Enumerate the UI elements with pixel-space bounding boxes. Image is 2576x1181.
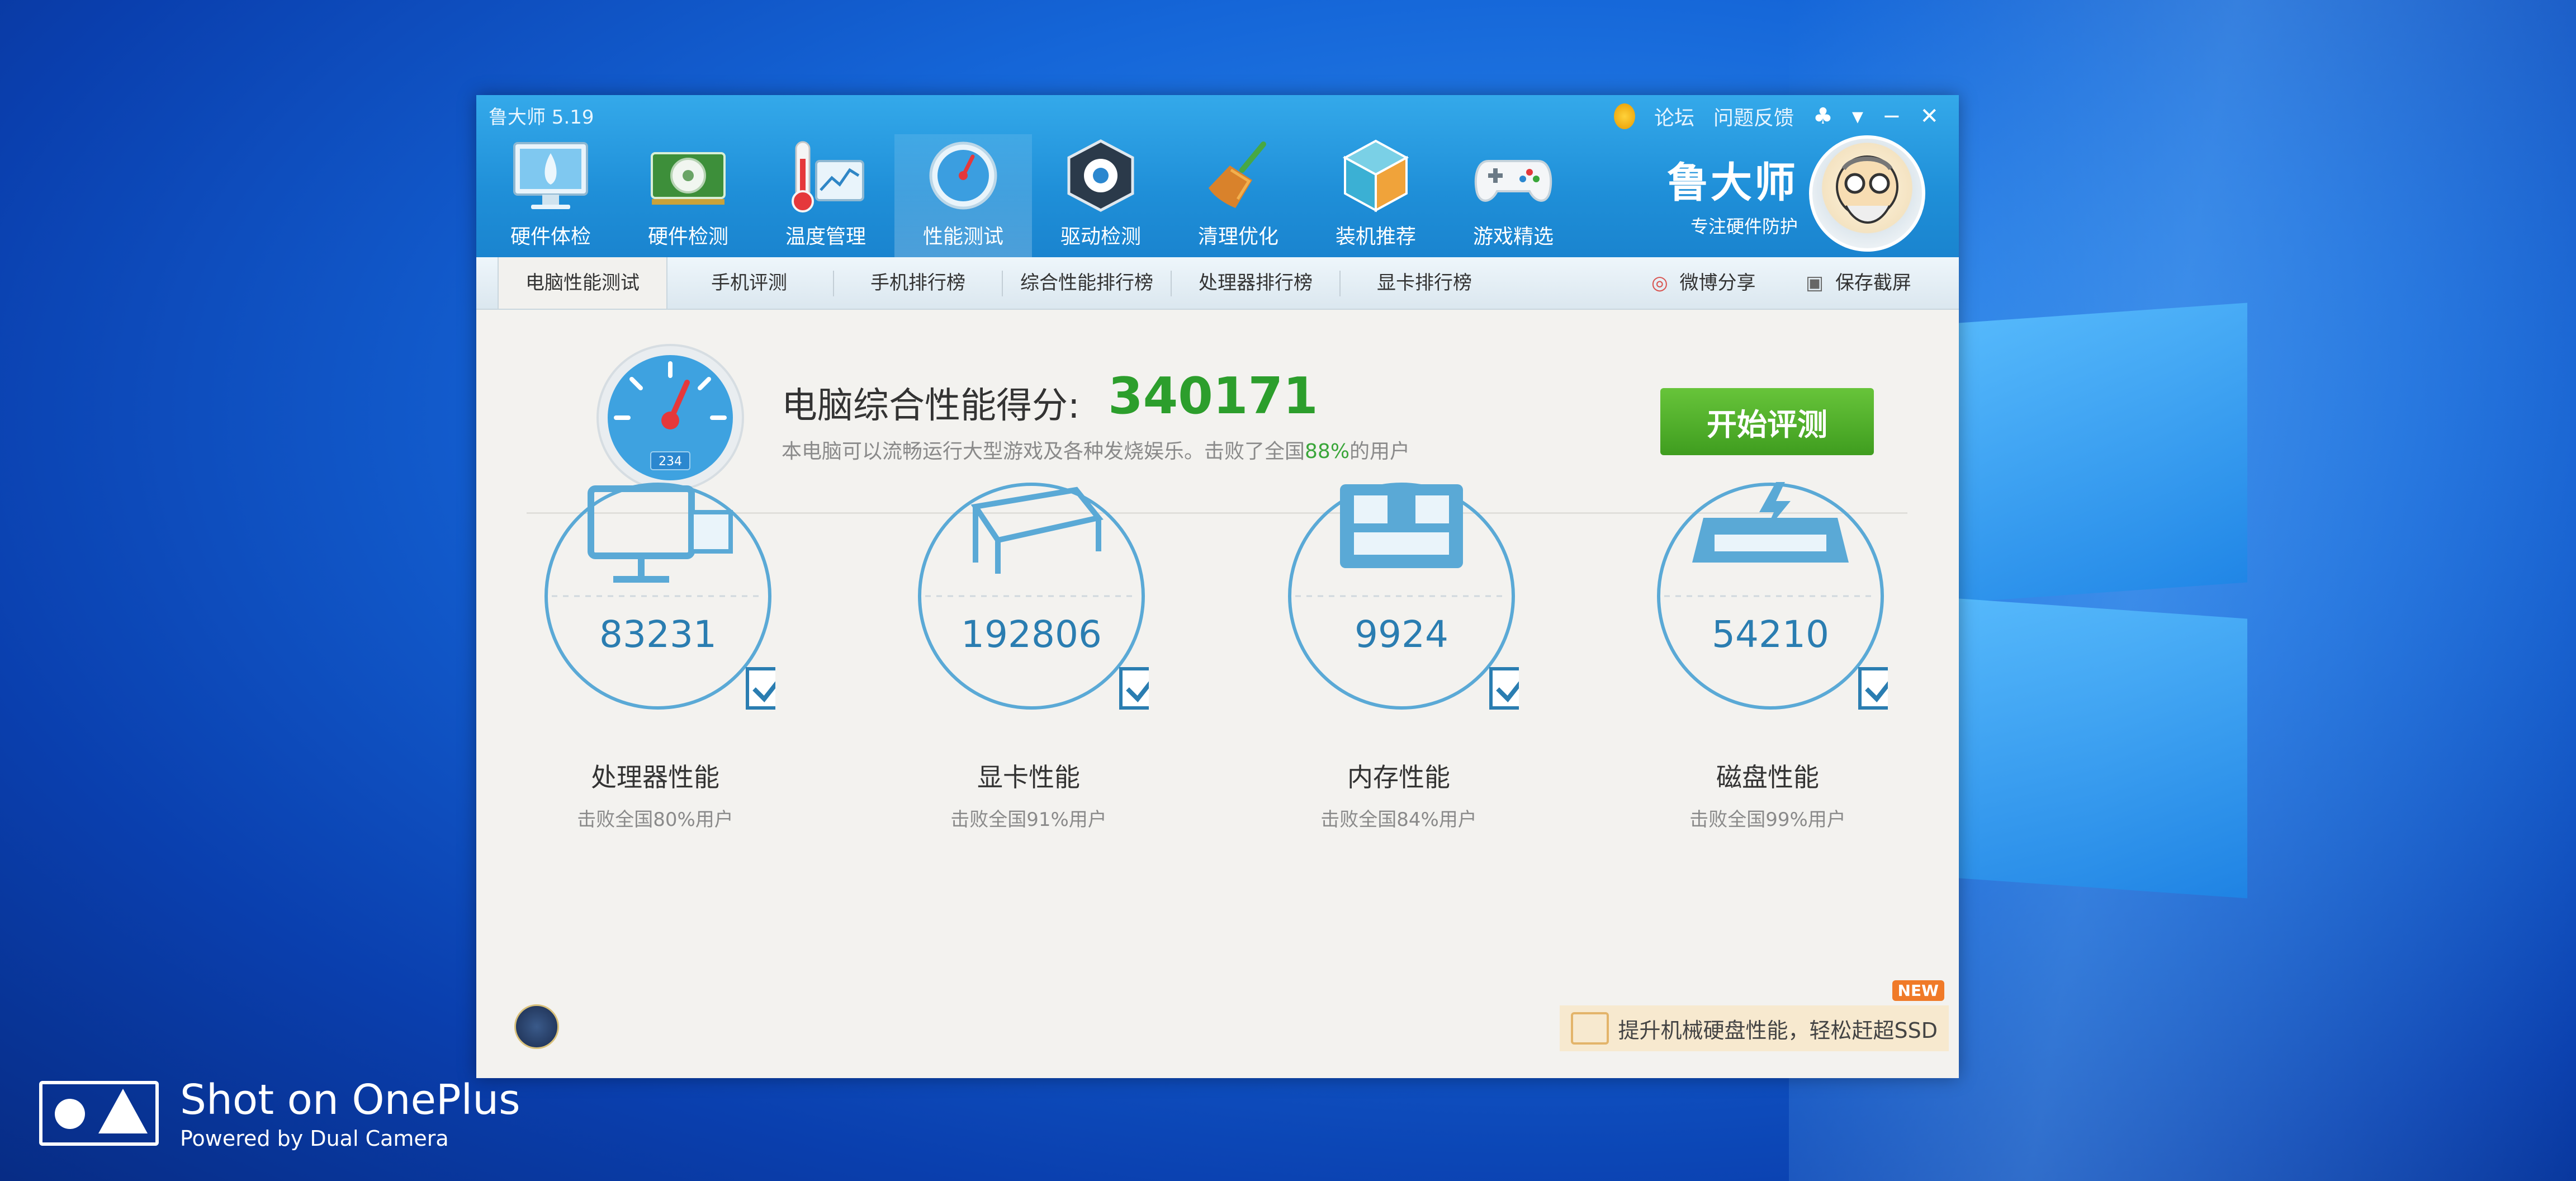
brand-name: 鲁大师	[1667, 158, 1798, 207]
nav-label: 硬件检测	[647, 225, 728, 248]
disk-drive-icon	[1657, 482, 1888, 710]
nav-cleanup[interactable]: 清理优化	[1169, 134, 1307, 257]
start-benchmark-button[interactable]: 开始评测	[1660, 388, 1874, 455]
gpu-label: 显卡性能	[977, 762, 1080, 792]
ssd-promo-banner[interactable]: 提升机械硬盘性能，轻松赶超SSD	[1560, 1005, 1949, 1051]
medal-icon[interactable]	[1614, 103, 1635, 129]
weibo-icon: ◎	[1651, 272, 1668, 294]
weibo-share-button[interactable]: ◎ 微博分享	[1651, 257, 1755, 309]
tab-cpu-ranking[interactable]: 处理器排行榜	[1172, 257, 1339, 309]
camera-icon: ▣	[1806, 272, 1824, 294]
disk-score: 54210	[1712, 613, 1829, 656]
main-nav: 硬件体检 硬件检测 温度管理 性能测试 驱动检测 清理优化 装机推荐 游戏精选	[482, 134, 1582, 257]
memory-beat-text: 击败全国84%用户	[1320, 809, 1477, 831]
new-badge: NEW	[1892, 980, 1944, 1001]
promo-text: 提升机械硬盘性能，轻松赶超SSD	[1618, 1018, 1938, 1043]
save-screenshot-button[interactable]: ▣ 保存截屏	[1806, 257, 1911, 309]
broom-icon	[1209, 141, 1266, 208]
speedometer-icon	[929, 141, 997, 210]
disk-performance-card[interactable]: 54210 磁盘性能 击败全国99%用户	[1589, 479, 1902, 904]
window-title: 鲁大师 5.19	[489, 106, 594, 129]
cpu-score: 83231	[599, 613, 717, 656]
mascot-avatar[interactable]	[1809, 135, 1925, 252]
nav-temperature[interactable]: 温度管理	[757, 134, 894, 257]
nav-game-picks[interactable]: 游戏精选	[1445, 134, 1582, 257]
memory-performance-card[interactable]: 9924 内存性能 击败全国84%用户	[1220, 479, 1533, 904]
nav-label: 硬件体检	[510, 225, 591, 248]
camera-watermark: Shot on OnePlus Powered by Dual Camera	[39, 1076, 520, 1151]
nav-label: 清理优化	[1197, 225, 1278, 248]
gpu-beat-text: 击败全国91%用户	[950, 809, 1107, 831]
nav-performance-test[interactable]: 性能测试	[894, 134, 1032, 257]
tab-overall-ranking[interactable]: 综合性能排行榜	[1003, 257, 1171, 309]
svg-text:234: 234	[659, 455, 682, 469]
nav-label: 性能测试	[922, 225, 1003, 248]
performance-content: 234 电脑综合性能得分: 340171 本电脑可以流畅运行大型游戏及各种发烧娱…	[476, 310, 1959, 1078]
score-description: 本电脑可以流畅运行大型游戏及各种发烧娱乐。击败了全国88%的用户	[782, 440, 1410, 463]
app-window: 鲁大师 5.19 论坛 问题反馈 ♣ ▾ − ✕ 硬件体检 硬件检测 温度管理 …	[476, 95, 1959, 1078]
feedback-link[interactable]: 问题反馈	[1713, 102, 1794, 131]
nav-label: 驱动检测	[1060, 225, 1141, 248]
brand-block: 鲁大师 专注硬件防护	[1667, 135, 1925, 252]
tab-pc-performance[interactable]: 电脑性能测试	[498, 257, 667, 309]
nav-hardware-checkup[interactable]: 硬件体检	[482, 134, 619, 257]
cpu-beat-text: 击败全国80%用户	[577, 809, 733, 831]
menu-icon[interactable]: ▾	[1852, 103, 1863, 129]
nav-label: 装机推荐	[1335, 225, 1416, 248]
nav-label: 温度管理	[785, 225, 866, 248]
watermark-title: Shot on OnePlus	[180, 1076, 520, 1124]
memory-label: 内存性能	[1347, 762, 1450, 792]
tab-phone-ranking[interactable]: 手机排行榜	[834, 257, 1002, 309]
sub-tab-bar: 电脑性能测试 手机评测 手机排行榜 综合性能排行榜 处理器排行榜 显卡排行榜 ◎…	[476, 257, 1959, 310]
nav-build-recommend[interactable]: 装机推荐	[1307, 134, 1445, 257]
score-gauge-icon: 234	[596, 344, 744, 492]
memory-chip-icon	[1288, 483, 1519, 710]
gamepad-icon	[1474, 160, 1552, 202]
disk-icon	[1571, 1012, 1609, 1045]
tab-gpu-ranking[interactable]: 显卡排行榜	[1341, 257, 1508, 309]
gpu-performance-card[interactable]: 192806 显卡性能 击败全国91%用户	[850, 479, 1163, 904]
brand-slogan: 专注硬件防护	[1690, 215, 1798, 237]
forum-link[interactable]: 论坛	[1654, 102, 1694, 131]
tab-phone-review[interactable]: 手机评测	[665, 257, 833, 309]
cpu-performance-card[interactable]: 83231 处理器性能 击败全国80%用户	[476, 479, 789, 904]
gpu-score: 192806	[961, 613, 1102, 656]
user-badge-icon[interactable]	[514, 1004, 559, 1049]
title-bar-controls: 论坛 问题反馈 ♣ ▾ − ✕	[1614, 102, 1939, 131]
graphics-card-icon	[651, 152, 726, 205]
beat-percentage: 88%	[1305, 440, 1350, 463]
total-score: 340171	[1108, 367, 1318, 426]
monitor-icon	[513, 142, 588, 209]
watermark-subtitle: Powered by Dual Camera	[180, 1126, 449, 1151]
gpu-box-icon	[918, 483, 1149, 710]
disk-label: 磁盘性能	[1716, 762, 1819, 792]
nav-driver-detect[interactable]: 驱动检测	[1032, 134, 1169, 257]
cpu-label: 处理器性能	[591, 762, 719, 792]
minimize-button[interactable]: −	[1882, 103, 1901, 129]
nav-hardware-detect[interactable]: 硬件检测	[619, 134, 757, 257]
skin-icon[interactable]: ♣	[1813, 103, 1833, 129]
close-button[interactable]: ✕	[1920, 103, 1939, 129]
memory-score: 9924	[1355, 613, 1448, 656]
app-header: 鲁大师 5.19 论坛 问题反馈 ♣ ▾ − ✕ 硬件体检 硬件检测 温度管理 …	[476, 95, 1959, 257]
driver-gear-icon	[1067, 139, 1134, 212]
score-label: 电脑综合性能得分:	[782, 385, 1080, 427]
thermometer-icon	[792, 141, 864, 212]
disk-beat-text: 击败全国99%用户	[1689, 809, 1846, 831]
nav-label: 游戏精选	[1472, 225, 1554, 248]
dual-camera-icon	[39, 1081, 159, 1146]
cube-icon	[1342, 139, 1409, 212]
cpu-monitor-icon	[544, 483, 775, 710]
